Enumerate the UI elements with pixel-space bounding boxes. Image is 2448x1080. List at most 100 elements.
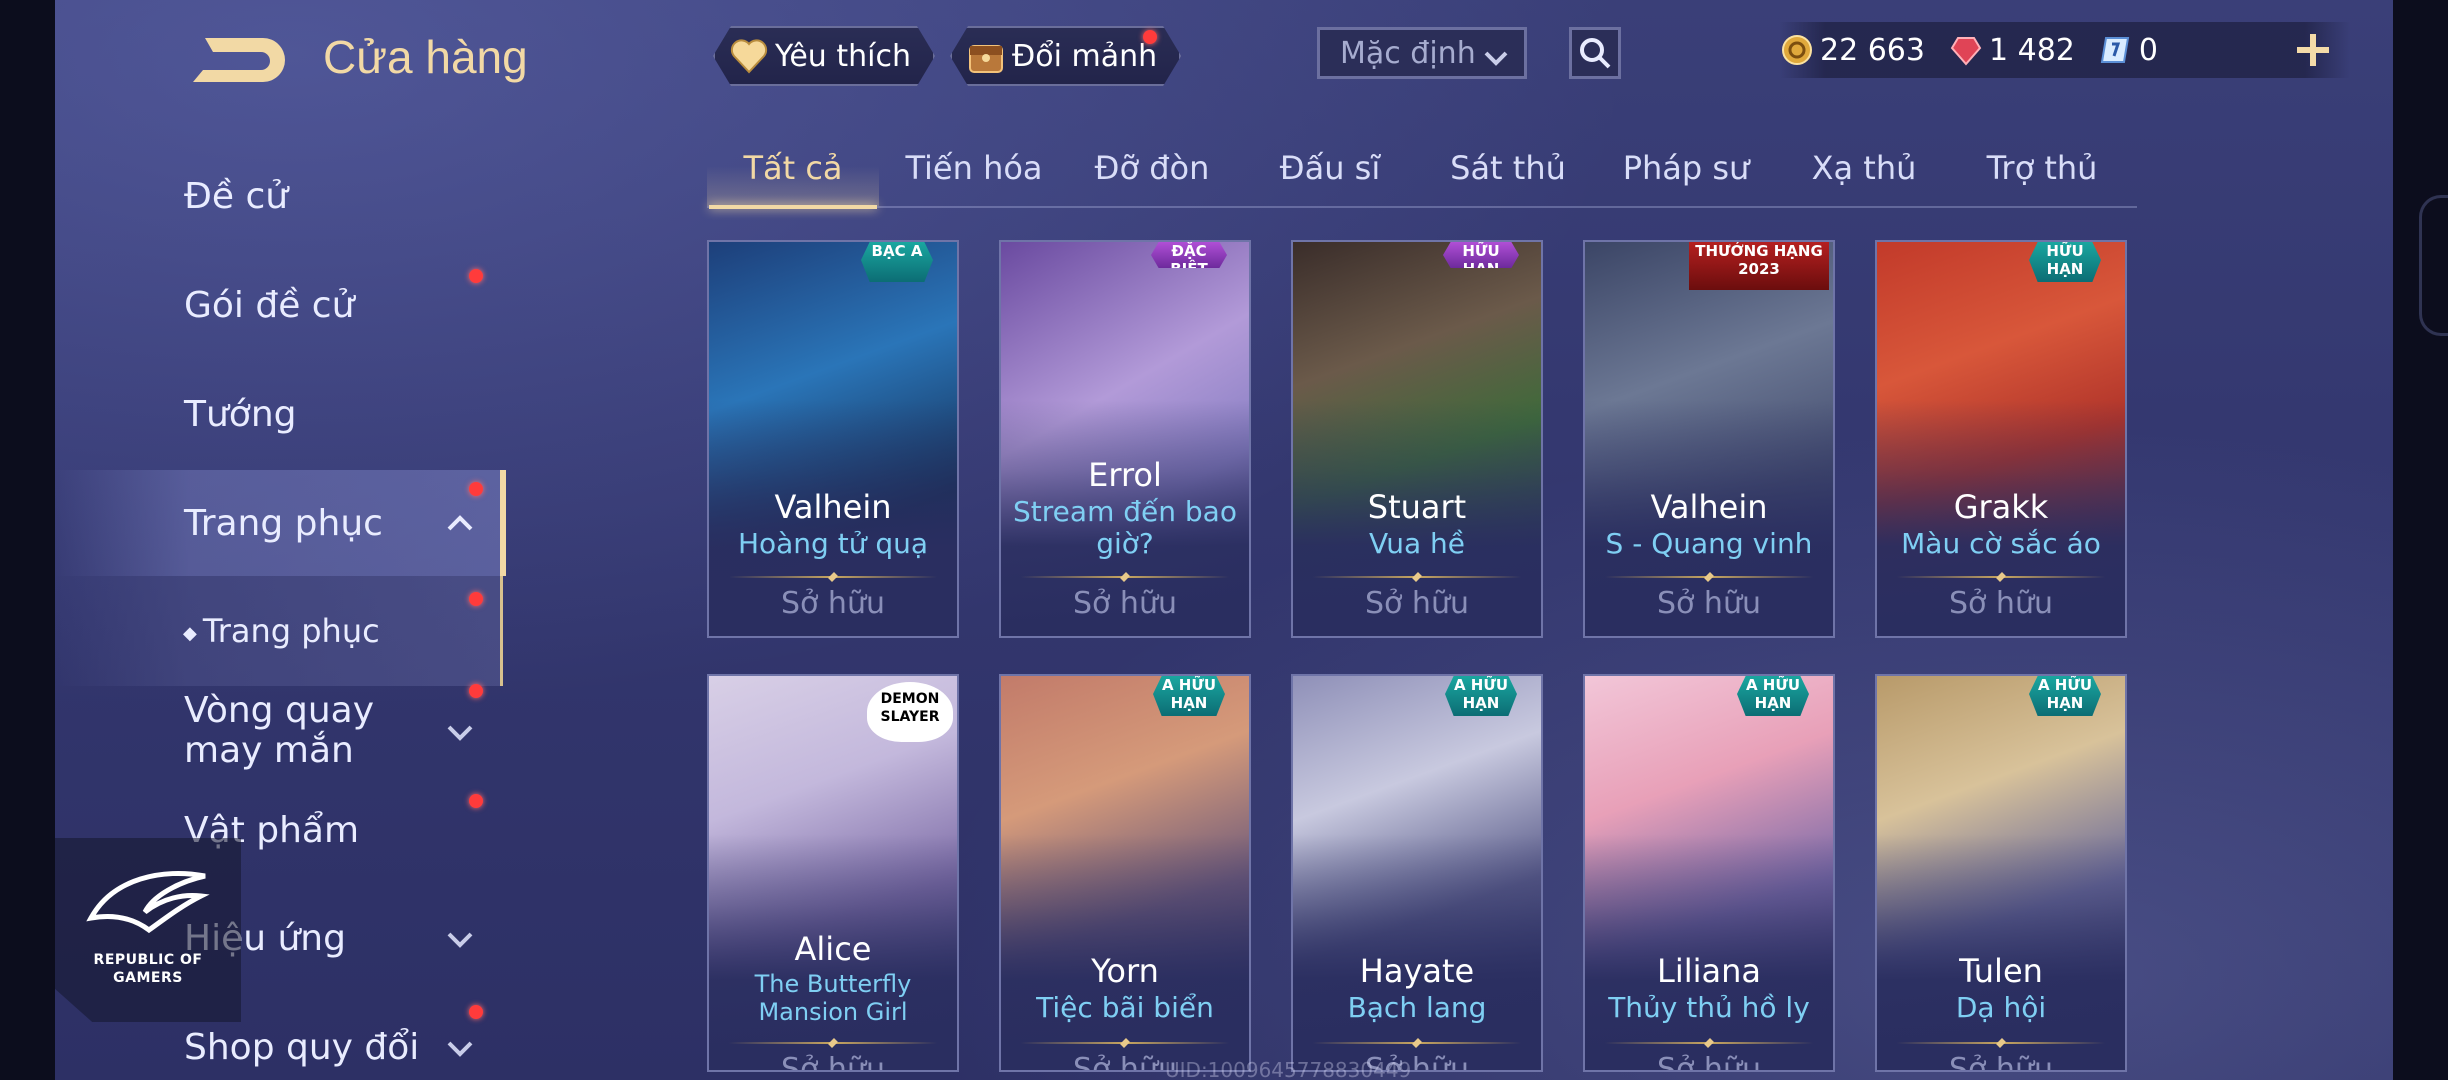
card-divider [1897, 1042, 2105, 1044]
chevron-down-icon [1482, 42, 1510, 77]
sidebar-item-label: Vòng quay may mắn [184, 690, 375, 771]
skin-card[interactable]: DEMON SLAYER Alice The Butterfly Mansion… [707, 674, 959, 1072]
skin-card[interactable]: HỮU HẠN Stuart Vua hề Sở hữu [1291, 240, 1543, 638]
back-button[interactable] [185, 30, 285, 90]
tab-mage[interactable]: Pháp sư [1597, 140, 1775, 206]
sidebar-item-lucky-wheel[interactable]: Vòng quay may mắn [55, 676, 500, 786]
tab-marksman[interactable]: Xạ thủ [1775, 140, 1953, 206]
sidebar-item-label: Tướng [184, 393, 297, 435]
sort-value: Mặc định [1340, 35, 1476, 71]
uid-watermark: UID:1009645778830449 [1165, 1058, 1412, 1080]
hero-name: Errol [1088, 456, 1162, 494]
sidebar-item-label: Shop quy đổi [184, 1026, 420, 1068]
tab-fighter[interactable]: Đấu sĩ [1241, 140, 1419, 206]
rog-text-line2: GAMERS [113, 970, 183, 986]
sidebar-item-heroes[interactable]: Tướng [55, 364, 500, 464]
exchange-notification-dot [1143, 30, 1157, 44]
hero-name: Valhein [774, 488, 892, 526]
skin-name: Dạ hội [1955, 991, 2047, 1024]
plus-icon [2297, 34, 2329, 66]
special-badge: ĐẶC BIỆT [1151, 242, 1227, 268]
sidebar-item-label: Đề cử [184, 175, 289, 217]
exchange-label: Đổi mảnh [1012, 38, 1158, 74]
tab-evolution[interactable]: Tiến hóa [885, 140, 1063, 206]
card-divider [1897, 576, 2105, 578]
sidebar-subitem-skins[interactable]: ◆ Trang phục [55, 576, 503, 686]
device-bezel-left [0, 0, 55, 1080]
gold-coin-icon [1780, 33, 1814, 67]
notification-dot [469, 684, 483, 698]
sidebar-item-label: Trang phục [184, 502, 383, 544]
chevron-up-icon [445, 503, 475, 544]
add-currency-button[interactable] [2293, 30, 2333, 74]
hero-name: Valhein [1650, 488, 1768, 526]
tab-support[interactable]: Trợ thủ [1953, 140, 2131, 206]
favorites-label: Yêu thích [775, 38, 911, 74]
tab-assassin[interactable]: Sát thủ [1419, 140, 1597, 206]
notification-dot [469, 592, 483, 606]
skin-card[interactable]: THƯỞNG HẠNG 2023 Valhein S - Quang vinh … [1583, 240, 1835, 638]
skin-card[interactable]: A HỮU HẠN Liliana Thủy thủ hồ ly Sở hữu [1583, 674, 1835, 1072]
red-gem-icon [1949, 33, 1983, 67]
tab-all[interactable]: Tất cả [707, 140, 879, 209]
category-tabs: Tất cả Tiến hóa Đỡ đòn Đấu sĩ Sát thủ Ph… [707, 140, 2137, 209]
hero-name: Tulen [1959, 952, 2043, 990]
limited-badge: A HỮU HẠN [1737, 676, 1809, 716]
rank-badge: BẠC A [861, 242, 933, 282]
skin-card[interactable]: ĐẶC BIỆT Errol Stream đến bao giờ? Sở hữ… [999, 240, 1251, 638]
skin-card[interactable]: BẠC A Valhein Hoàng tử quạ Sở hữu [707, 240, 959, 638]
skin-card[interactable]: A HỮU HẠN Yorn Tiệc bãi biển Sở hữu [999, 674, 1251, 1072]
notification-dot [469, 1005, 483, 1019]
skin-name: Hoàng tử quạ [737, 527, 929, 560]
skin-name: Thủy thủ hồ ly [1608, 991, 1810, 1024]
notification-dot [469, 269, 483, 283]
card-divider [1313, 576, 1521, 578]
voucher-balance: 1 482 [1949, 33, 2075, 68]
back-arrow-icon [193, 38, 285, 82]
skin-name: The Butterfly Mansion Girl [754, 970, 912, 1026]
chevron-down-icon [445, 918, 475, 959]
skin-card[interactable]: HỮU HẠN Grakk Màu cờ sắc áo Sở hữu [1875, 240, 2127, 638]
skin-name: Màu cờ sắc áo [1901, 527, 2101, 560]
chevron-down-icon [445, 1027, 475, 1068]
card-divider [1605, 576, 1813, 578]
treasure-chest-icon [966, 36, 1006, 76]
sidebar-subitem-label: ◆ Trang phục [183, 612, 380, 650]
sidebar-item-recommended[interactable]: Đề cử [55, 146, 500, 246]
chevron-down-icon [445, 711, 475, 752]
card-divider [1021, 576, 1229, 578]
card-divider [1605, 1042, 1813, 1044]
owned-status: Sở hữu [1949, 586, 2053, 621]
limited-badge: A HỮU HẠN [2029, 676, 2101, 716]
owned-status: Sở hữu [781, 1052, 885, 1072]
token-amount: 0 [2138, 32, 2158, 68]
skin-name: Bạch lang [1347, 991, 1487, 1024]
owned-status: Sở hữu [781, 586, 885, 621]
hero-name: Liliana [1657, 952, 1761, 990]
token-balance: 0 [2099, 33, 2158, 68]
skin-card[interactable]: A HỮU HẠN Hayate Bạch lang Sở hữu [1291, 674, 1543, 1072]
sidebar-item-recommended-packs[interactable]: Gói đề cử [55, 255, 500, 355]
hero-name: Hayate [1359, 952, 1475, 990]
device-bezel-right [2393, 0, 2448, 1080]
limited-badge: HỮU HẠN [1443, 242, 1519, 268]
notification-dot [469, 482, 483, 496]
skin-card[interactable]: A HỮU HẠN Tulen Dạ hội Sở hữu [1875, 674, 2127, 1072]
heart-icon [729, 36, 769, 76]
rog-logo-icon [86, 871, 210, 934]
sidebar-item-label: Gói đề cử [184, 284, 355, 326]
skin-grid: BẠC A Valhein Hoàng tử quạ Sở hữu ĐẶC BI… [707, 240, 2187, 1080]
card-divider [729, 576, 937, 578]
tab-tank[interactable]: Đỡ đòn [1063, 140, 1241, 206]
sidebar-item-skins[interactable]: Trang phục [55, 470, 506, 576]
sort-dropdown[interactable]: Mặc định [1317, 27, 1527, 79]
favorites-button[interactable]: Yêu thích [713, 26, 935, 86]
currency-bar: 22 663 1 482 0 [1780, 22, 2350, 78]
owned-status: Sở hữu [1657, 586, 1761, 621]
card-divider [729, 1042, 937, 1044]
owned-status: Sở hữu [1949, 1052, 2053, 1072]
rog-text-line1: REPUBLIC OF [93, 952, 203, 968]
page-title: Cửa hàng [323, 31, 528, 83]
gold-amount: 22 663 [1820, 32, 1925, 68]
search-button[interactable] [1569, 27, 1621, 79]
